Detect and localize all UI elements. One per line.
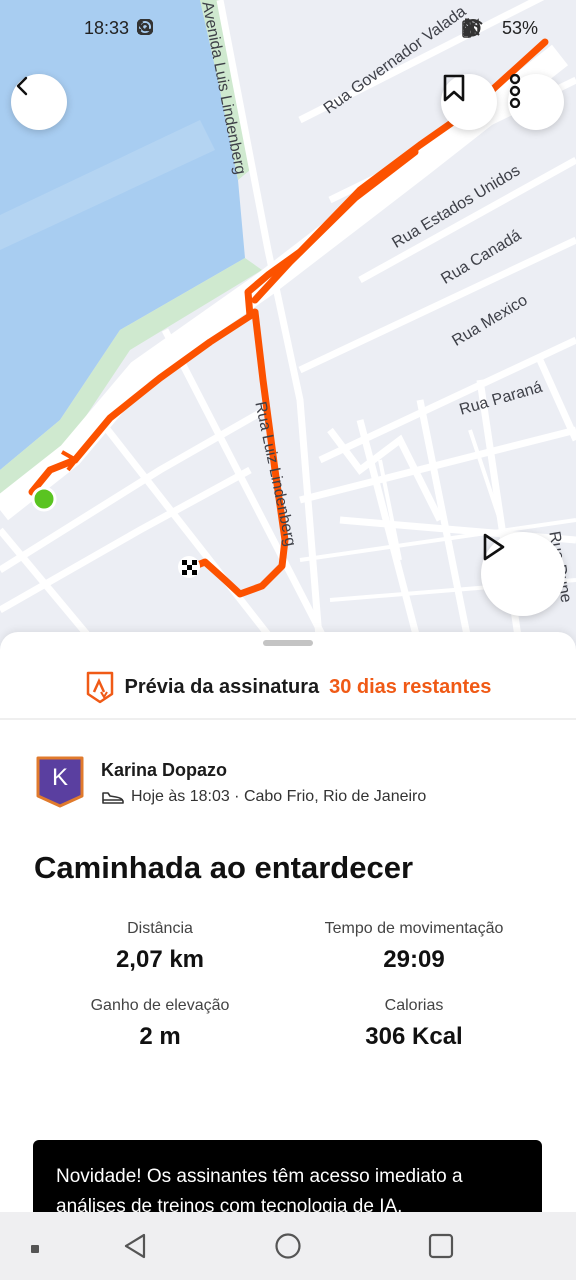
- stat-calories: Calorias 306 Kcal: [284, 997, 544, 1051]
- back-nav-button[interactable]: [122, 1232, 148, 1265]
- system-icons: 53%: [462, 18, 546, 39]
- play-flyover-button[interactable]: [481, 532, 565, 616]
- instagram-icon: [137, 18, 234, 38]
- activity-sheet[interactable]: Prévia da assinatura 30 dias restantes K…: [0, 632, 576, 1280]
- stat-label: Calorias: [384, 997, 444, 1014]
- instagram-icon: [137, 18, 286, 38]
- sheet-handle[interactable]: [263, 640, 313, 646]
- more-options-button[interactable]: [508, 74, 564, 130]
- overview-button[interactable]: [427, 1232, 455, 1265]
- stat-value: 306 Kcal: [365, 1023, 463, 1050]
- instagram-icon: [137, 18, 260, 38]
- recent-apps-button[interactable]: [30, 1241, 40, 1259]
- more-dots-icon: [138, 18, 320, 38]
- avatar-initial: K: [51, 764, 68, 791]
- more-vertical-icon: [509, 74, 521, 108]
- back-triangle-icon: [124, 1233, 146, 1259]
- system-nav-bar: [0, 1212, 576, 1280]
- stat-moving-time: Tempo de movimentação 29:09: [284, 920, 544, 974]
- instagram-icon: [137, 18, 208, 38]
- athlete-name[interactable]: Karina Dopazo: [101, 760, 227, 781]
- stat-value: 2 m: [139, 1023, 181, 1050]
- activity-title: Caminhada ao entardecer: [34, 850, 414, 885]
- route-map[interactable]: Avenida Luis Lindenberg Rua Governador V…: [0, 0, 576, 650]
- athlete-header[interactable]: K Karina Dopazo Hoje às 18:03 · Cabo Fri…: [36, 756, 546, 816]
- bookmark-icon: [443, 74, 465, 102]
- notification-icons: [136, 18, 320, 38]
- stat-label: Distância: [127, 920, 193, 937]
- shoe-icon: [102, 792, 124, 804]
- stat-value: 2,07 km: [115, 946, 205, 973]
- stat-elevation-gain: Ganho de elevação 2 m: [30, 997, 290, 1051]
- status-time: 18:33: [84, 18, 130, 38]
- avatar[interactable]: K: [36, 756, 84, 808]
- status-bar: 18:33 53%: [0, 0, 576, 58]
- stat-value: 29:09: [383, 946, 445, 973]
- whatsapp-icon: [137, 18, 182, 38]
- save-route-button[interactable]: [441, 74, 497, 130]
- activity-date-location: Hoje às 18:03 · Cabo Frio, Rio de Janeir…: [131, 788, 427, 805]
- stat-distance: Distância 2,07 km: [30, 920, 290, 974]
- promo-text: Prévia da assinatura: [124, 675, 320, 698]
- square-icon: [428, 1233, 454, 1259]
- home-circle-icon: [275, 1233, 301, 1259]
- back-button[interactable]: [11, 74, 67, 130]
- stat-label: Ganho de elevação: [90, 997, 230, 1014]
- subscription-preview-bar[interactable]: Prévia da assinatura 30 dias restantes: [0, 656, 576, 720]
- dot-icon: [31, 1245, 39, 1253]
- play-icon: [483, 533, 505, 561]
- battery-level: 53%: [501, 18, 538, 38]
- strava-badge-icon: [86, 671, 113, 704]
- home-button[interactable]: [274, 1232, 302, 1265]
- promo-days-remaining: 30 dias restantes: [329, 675, 492, 698]
- stat-label: Tempo de movimentação: [324, 920, 504, 937]
- activity-meta: Hoje às 18:03 · Cabo Frio, Rio de Janeir…: [101, 788, 426, 806]
- chevron-left-icon: [16, 76, 28, 96]
